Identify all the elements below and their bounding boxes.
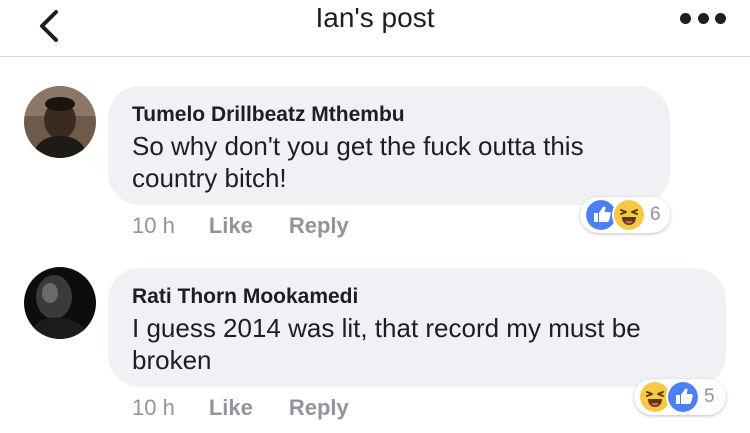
more-dot: [697, 12, 709, 24]
avatar[interactable]: [24, 267, 96, 339]
avatar[interactable]: [24, 86, 96, 158]
comment-text-line: I guess 2014 was lit, that record my mus…: [132, 313, 641, 343]
comment-timestamp: 10 h: [132, 395, 175, 420]
reaction-count: 6: [650, 204, 661, 225]
reply-button[interactable]: Reply: [289, 213, 349, 239]
comment-actions: 10 h Like Reply: [132, 213, 349, 239]
like-button[interactable]: Like: [209, 213, 253, 239]
comment-bubble[interactable]: Tumelo Drillbeatz Mthembu So why don't y…: [108, 86, 670, 205]
comment-actions: 10 h Like Reply: [132, 395, 349, 421]
more-dot: [715, 12, 726, 24]
page-title: Ian's post: [315, 2, 435, 33]
reaction-count: 5: [704, 386, 715, 407]
comment-text-line: So why don't you get the fuck outta this: [132, 131, 584, 161]
haha-icon: [612, 198, 646, 232]
reactions-summary[interactable]: 5: [634, 379, 726, 415]
comment-author[interactable]: Tumelo Drillbeatz Mthembu: [132, 102, 644, 128]
reactions-summary[interactable]: 6: [580, 197, 670, 233]
comment-text-line: country bitch!: [132, 163, 287, 193]
avatar-image: [24, 86, 96, 158]
comment-timestamp: 10 h: [132, 213, 175, 238]
more-options-button[interactable]: [680, 8, 726, 28]
reply-button[interactable]: Reply: [289, 395, 349, 421]
comment-text-line: broken: [132, 345, 212, 375]
avatar-image: [24, 267, 96, 339]
top-navigation-bar: Ian's post: [0, 0, 750, 57]
like-button[interactable]: Like: [209, 395, 253, 421]
comment-bubble[interactable]: Rati Thorn Mookamedi I guess 2014 was li…: [108, 268, 726, 387]
comment-author[interactable]: Rati Thorn Mookamedi: [132, 284, 700, 310]
more-dot: [680, 12, 691, 24]
like-icon: [666, 380, 700, 414]
